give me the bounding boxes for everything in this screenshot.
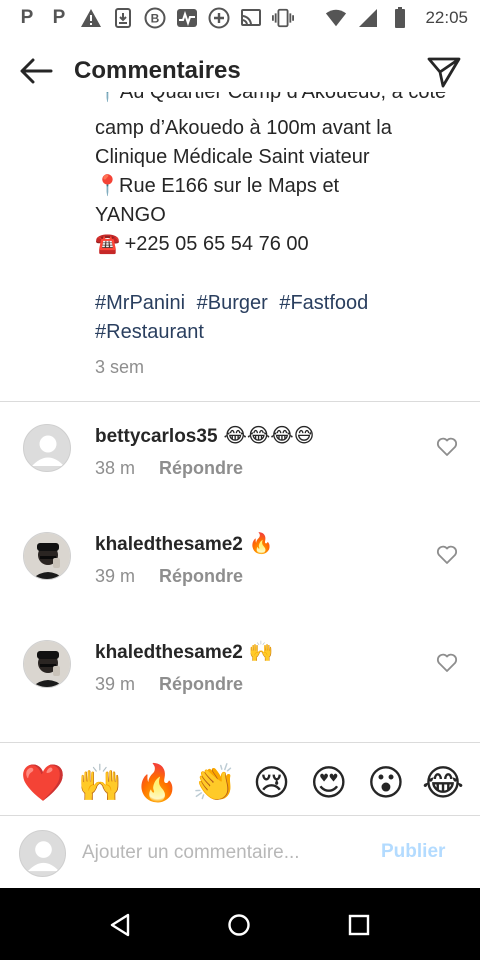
- caption-line: YANGO: [95, 204, 166, 226]
- triangle-back-icon: [110, 913, 130, 937]
- caption-line: camp d’Akouedo à 100m avant la: [95, 117, 392, 139]
- heart-icon[interactable]: [436, 544, 458, 566]
- hashtags: #MrPanini #Burger #Fastfood #Restaurant: [95, 289, 465, 347]
- post-caption: 📍Au Quartier Camp d'Akouedo, à côté du c…: [95, 92, 465, 259]
- comment-item: bettycarlos35 😂😂😂😅 38 m Répondre: [0, 410, 480, 510]
- back-button[interactable]: [18, 55, 54, 87]
- battery-icon: [389, 7, 411, 29]
- reaction-laughing[interactable]: 😂: [420, 760, 466, 806]
- wifi-icon: [325, 7, 347, 29]
- emoji-reaction-bar: ❤️ 🙌 🔥 👏 😢 😍 😮 😂: [0, 755, 480, 810]
- circle-home-icon: [228, 914, 250, 936]
- send-button[interactable]: [426, 54, 462, 90]
- comment-emoji: 🔥: [248, 533, 274, 555]
- status-right-icons: 22:05: [325, 7, 468, 29]
- comment-meta: 39 m Répondre: [95, 566, 243, 587]
- comment-username[interactable]: bettycarlos35: [95, 426, 218, 447]
- divider: [0, 742, 480, 743]
- hashtag-link[interactable]: #Fastfood: [279, 292, 368, 314]
- reaction-heart[interactable]: ❤️: [20, 760, 66, 806]
- arrow-left-icon: [20, 58, 53, 84]
- heart-icon[interactable]: [436, 436, 458, 458]
- square-recents-icon: [348, 914, 370, 936]
- caption-line: 📍Rue E166 sur le Maps et: [95, 172, 465, 201]
- comment-meta: 39 m Répondre: [95, 674, 243, 695]
- comment-meta: 38 m Répondre: [95, 458, 243, 479]
- heart-icon[interactable]: [436, 652, 458, 674]
- reply-button[interactable]: Répondre: [159, 566, 243, 586]
- avatar[interactable]: [23, 424, 71, 472]
- activity-icon: [176, 7, 198, 29]
- status-left-icons: P P B: [16, 7, 294, 29]
- comment-text: khaledthesame2 🙌: [95, 639, 274, 664]
- telephone-icon: ☎️: [95, 233, 120, 255]
- comment-emoji: 🙌: [248, 641, 274, 663]
- status-bar: P P B 22:05: [0, 0, 480, 36]
- warning-icon: [80, 7, 102, 29]
- reply-button[interactable]: Répondre: [159, 674, 243, 694]
- nav-recents-button[interactable]: [346, 912, 372, 938]
- comment-username[interactable]: khaledthesame2: [95, 534, 243, 555]
- download-icon: [112, 7, 134, 29]
- comment-text: bettycarlos35 😂😂😂😅: [95, 423, 314, 448]
- comment-time: 39 m: [95, 566, 136, 586]
- avatar[interactable]: [23, 532, 71, 580]
- divider: [0, 401, 480, 402]
- avatar[interactable]: [23, 640, 71, 688]
- comment-emoji: 😂😂😂😅: [223, 425, 315, 447]
- b-circle-icon: B: [144, 7, 166, 29]
- reaction-crying[interactable]: 😢: [249, 760, 295, 806]
- comment-item: khaledthesame2 🙌 39 m Répondre: [0, 626, 480, 726]
- caption-clipped-line: 📍Au Quartier Camp d'Akouedo, à côté du: [95, 92, 447, 103]
- comment-text: khaledthesame2 🔥: [95, 531, 274, 556]
- hashtag-link[interactable]: #Restaurant: [95, 321, 204, 343]
- avatar: [19, 830, 66, 877]
- comment-item: khaledthesame2 🔥 39 m Répondre: [0, 518, 480, 618]
- status-time: 22:05: [425, 8, 468, 27]
- caption-timestamp: 3 sem: [95, 357, 145, 377]
- signal-icon: [357, 7, 379, 29]
- comment-input-row: Publier: [0, 822, 480, 884]
- comment-time: 38 m: [95, 458, 136, 478]
- cast-icon: [240, 7, 262, 29]
- reaction-clap[interactable]: 👏: [191, 760, 237, 806]
- paper-plane-icon: [427, 57, 461, 88]
- reply-button[interactable]: Répondre: [159, 458, 243, 478]
- hashtag-link[interactable]: #Burger: [197, 292, 268, 314]
- plus-circle-icon: [208, 7, 230, 29]
- reaction-heart-eyes[interactable]: 😍: [306, 760, 352, 806]
- publish-button[interactable]: Publier: [381, 841, 445, 863]
- page-title: Commentaires: [74, 57, 241, 84]
- reaction-surprised[interactable]: 😮: [363, 760, 409, 806]
- hashtag-link[interactable]: #MrPanini: [95, 292, 185, 314]
- caption-line: ☎️ +225 05 65 54 76 00: [95, 230, 465, 259]
- svg-text:B: B: [151, 12, 160, 26]
- vibrate-icon: [272, 7, 294, 29]
- comment-time: 39 m: [95, 674, 136, 694]
- comment-input[interactable]: [82, 837, 362, 869]
- pushpin-icon: 📍: [95, 175, 120, 197]
- nav-back-button[interactable]: [107, 912, 133, 938]
- reaction-raised-hands[interactable]: 🙌: [77, 760, 123, 806]
- nav-home-button[interactable]: [226, 912, 252, 938]
- navigation-bar: [0, 888, 480, 960]
- parking-icon: P: [20, 7, 34, 28]
- caption-line: Clinique Médicale Saint viateur: [95, 146, 370, 168]
- divider: [0, 815, 480, 816]
- reaction-fire[interactable]: 🔥: [134, 760, 180, 806]
- comment-username[interactable]: khaledthesame2: [95, 642, 243, 663]
- parking-icon: P: [52, 7, 66, 28]
